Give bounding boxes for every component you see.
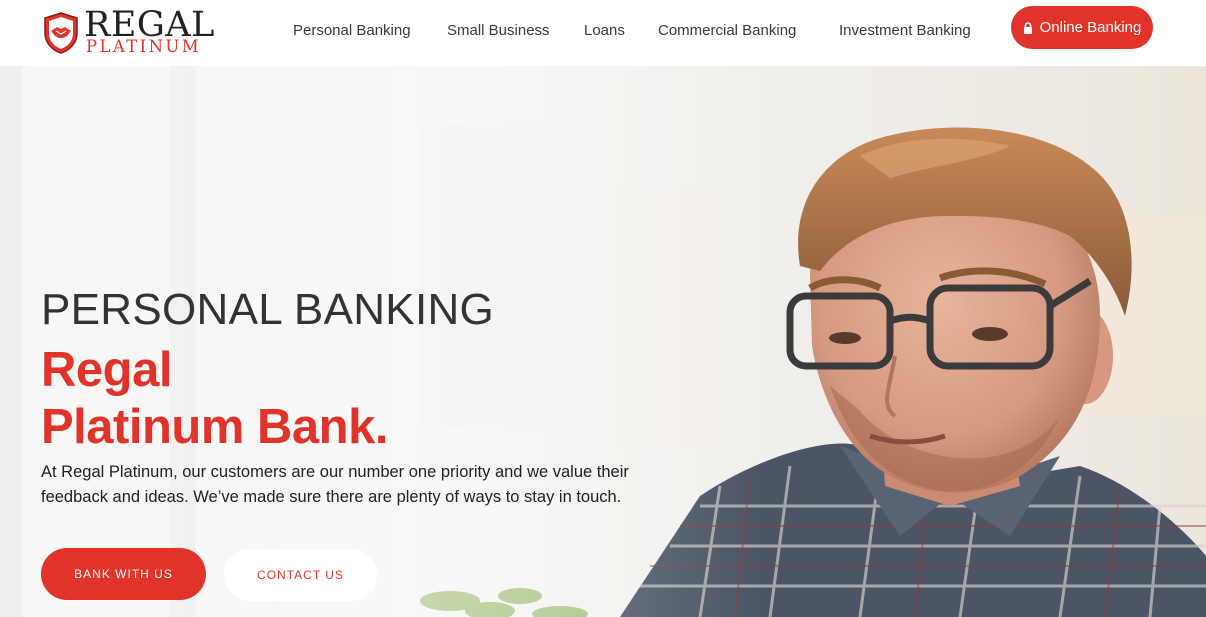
hero-section: PERSONAL BANKING Regal Platinum Bank. At… — [0, 66, 1206, 617]
nav-commercial-banking[interactable]: Commercial Banking — [658, 21, 796, 41]
nav-small-business[interactable]: Small Business — [447, 21, 550, 41]
nav-personal-banking[interactable]: Personal Banking — [293, 21, 411, 41]
hero-title-line1: Regal — [41, 343, 172, 397]
site-header: REGAL PLATINUM Personal Banking Small Bu… — [0, 0, 1206, 66]
contact-us-button[interactable]: CONTACT US — [224, 549, 377, 601]
nav-loans[interactable]: Loans — [584, 21, 625, 41]
online-banking-label: Online Banking — [1039, 19, 1142, 36]
online-banking-button[interactable]: Online Banking — [1011, 6, 1153, 49]
hero-description: At Regal Platinum, our customers are our… — [41, 463, 629, 506]
main-nav: Personal Banking Small Business Loans Co… — [0, 0, 1000, 66]
hero-title-line2: Platinum Bank. — [41, 400, 388, 454]
hero-eyebrow: PERSONAL BANKING — [41, 285, 495, 334]
lock-icon — [1023, 21, 1032, 34]
hero-title: Regal Platinum Bank. — [41, 342, 388, 456]
nav-investment-banking[interactable]: Investment Banking — [839, 21, 971, 41]
bank-with-us-button[interactable]: BANK WITH US — [41, 548, 206, 600]
